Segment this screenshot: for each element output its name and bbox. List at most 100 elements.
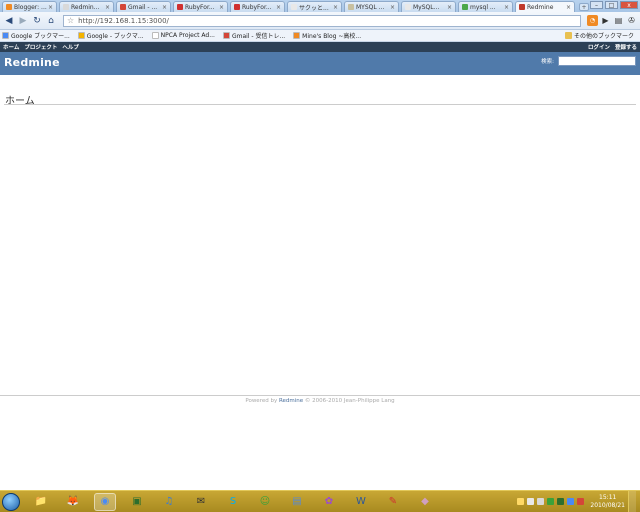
footer-redmine-link[interactable]: Redmine bbox=[279, 398, 303, 404]
tray-icon[interactable] bbox=[547, 498, 555, 505]
menu-help-link[interactable]: ヘルプ bbox=[62, 43, 79, 51]
tab-close-icon[interactable]: × bbox=[162, 4, 167, 11]
favicon-icon bbox=[462, 4, 468, 10]
bookmark-label: Mine's Blog ~高校... bbox=[302, 33, 362, 40]
browser-tab[interactable]: RubyFor... × bbox=[230, 1, 285, 12]
tab-close-icon[interactable]: × bbox=[566, 4, 571, 11]
taskbar-picasa-icon[interactable]: ✿ bbox=[318, 493, 340, 511]
reload-icon[interactable]: ↻ bbox=[31, 15, 43, 27]
bookmark-other[interactable]: その他のブックマーク bbox=[564, 31, 634, 40]
account-menu: ログイン 登録する bbox=[583, 43, 637, 51]
browser-tab-label: サクッと... bbox=[299, 4, 329, 12]
bookmark-label: NPCA Project Ad... bbox=[160, 32, 215, 39]
browser-tab[interactable]: MySQL... × bbox=[401, 1, 456, 12]
tab-close-icon[interactable]: × bbox=[504, 4, 509, 11]
forward-icon[interactable]: ▶ bbox=[17, 15, 29, 27]
tab-close-icon[interactable]: × bbox=[276, 4, 281, 11]
bookmark-label: Google ブックマー... bbox=[11, 33, 70, 40]
favicon-icon bbox=[234, 4, 240, 10]
tray-icon[interactable] bbox=[567, 498, 575, 505]
wrench-icon[interactable]: ✇ bbox=[626, 15, 637, 26]
tray-icon[interactable] bbox=[577, 498, 585, 505]
taskbar-explorer-icon[interactable]: 📁 bbox=[30, 493, 52, 511]
search-label: 検索: bbox=[541, 59, 554, 65]
address-bar-url: http://192.168.1.15:3000/ bbox=[78, 16, 169, 25]
menu-projects-link[interactable]: プロジェクト bbox=[24, 43, 57, 51]
browser-tab[interactable]: Redmin... × bbox=[59, 1, 114, 12]
browser-tab-label: MySQL... bbox=[413, 3, 440, 11]
main-content: ホーム bbox=[0, 75, 640, 395]
favicon-icon bbox=[63, 4, 69, 10]
browser-tab-strip: Blogger: ... × Redmin... × Gmail - ... × RubyF… bbox=[0, 0, 640, 12]
tray-icon[interactable] bbox=[517, 498, 525, 505]
tab-close-icon[interactable]: × bbox=[333, 4, 338, 11]
browser-tab[interactable]: Redmine × bbox=[515, 1, 575, 12]
browser-tab[interactable]: Gmail - ... × bbox=[116, 1, 171, 12]
play-icon[interactable]: ▶ bbox=[600, 15, 611, 26]
show-desktop-button[interactable] bbox=[628, 490, 636, 512]
clock-time: 15:11 bbox=[599, 493, 617, 501]
network-icon[interactable] bbox=[527, 498, 535, 505]
minimize-button[interactable]: – bbox=[590, 1, 603, 9]
bookmark-item[interactable]: Google - ブックマ... bbox=[77, 31, 144, 40]
browser-tab[interactable]: mysql ... × bbox=[458, 1, 513, 12]
close-window-button[interactable]: x bbox=[620, 1, 638, 9]
tab-close-icon[interactable]: × bbox=[219, 4, 224, 11]
taskbar-app-13-icon[interactable]: ◆ bbox=[414, 493, 436, 511]
folder-icon bbox=[564, 32, 572, 39]
register-link[interactable]: 登録する bbox=[615, 43, 637, 51]
taskbar-itunes-icon[interactable]: ♫ bbox=[158, 493, 180, 511]
bookmark-favicon-icon bbox=[222, 32, 230, 39]
bookmark-star-icon[interactable]: ☆ bbox=[67, 16, 74, 25]
favicon-icon bbox=[291, 4, 297, 10]
bookmark-item[interactable]: Mine's Blog ~高校... bbox=[293, 31, 361, 40]
login-link[interactable]: ログイン bbox=[588, 43, 610, 51]
bookmark-item[interactable]: Google ブックマー... bbox=[2, 31, 70, 40]
maximize-button[interactable]: □ bbox=[605, 1, 618, 9]
footer: Powered by Redmine © 2006-2010 Jean-Phil… bbox=[0, 398, 640, 404]
browser-tab[interactable]: サクッと... × bbox=[287, 1, 342, 12]
taskbar-word-icon[interactable]: W bbox=[350, 493, 372, 511]
menu-home-link[interactable]: ホーム bbox=[3, 43, 19, 51]
browser-tab-label: RubyFor... bbox=[185, 3, 215, 11]
rss-icon[interactable]: ◔ bbox=[587, 15, 598, 26]
footer-copyright: © 2006-2010 Jean-Philippe Lang bbox=[303, 398, 395, 404]
taskbar-app-12-icon[interactable]: ✎ bbox=[382, 493, 404, 511]
taskbar-messenger-icon[interactable]: ☺ bbox=[254, 493, 276, 511]
bookmark-favicon-icon bbox=[293, 32, 301, 39]
footer-powered-by: Powered by bbox=[245, 398, 279, 404]
volume-icon[interactable] bbox=[537, 498, 545, 505]
taskbar-firefox-icon[interactable]: 🦊 bbox=[62, 493, 84, 511]
browser-tab-label: Redmine bbox=[527, 3, 554, 11]
address-bar[interactable]: ☆ http://192.168.1.15:3000/ bbox=[63, 14, 581, 27]
tab-close-icon[interactable]: × bbox=[48, 4, 53, 11]
bookmark-item[interactable]: Gmail - 受信トレ... bbox=[222, 31, 285, 40]
back-icon[interactable]: ◀ bbox=[3, 15, 15, 27]
favicon-icon bbox=[6, 4, 12, 10]
tab-close-icon[interactable]: × bbox=[390, 4, 395, 11]
taskbar-app-6-icon[interactable]: ✉ bbox=[190, 493, 212, 511]
browser-tab[interactable]: RubyFor... × bbox=[173, 1, 228, 12]
page-menu-icon[interactable]: ▤ bbox=[613, 15, 624, 26]
taskbar-app-4-icon[interactable]: ▣ bbox=[126, 493, 148, 511]
browser-tab-label: RubyFor... bbox=[242, 3, 272, 11]
bookmark-favicon-icon bbox=[2, 32, 9, 39]
bookmark-favicon-icon bbox=[151, 32, 159, 39]
clock[interactable]: 15:11 2010/08/21 bbox=[590, 494, 625, 510]
bookmark-item[interactable]: NPCA Project Ad... bbox=[151, 32, 215, 39]
taskbar-skype-icon[interactable]: S bbox=[222, 493, 244, 511]
browser-tab[interactable]: MYSQL ... × bbox=[344, 1, 399, 12]
browser-tab[interactable]: Blogger: ... × bbox=[2, 1, 57, 12]
taskbar-app-9-icon[interactable]: ▤ bbox=[286, 493, 308, 511]
window-controls: – □ x bbox=[590, 1, 638, 9]
home-icon[interactable]: ⌂ bbox=[45, 15, 57, 27]
footer-divider bbox=[0, 395, 640, 396]
search-input[interactable] bbox=[558, 56, 636, 66]
start-button[interactable] bbox=[2, 492, 20, 511]
tray-icon[interactable] bbox=[557, 498, 565, 505]
tab-close-icon[interactable]: × bbox=[105, 4, 110, 11]
tab-close-icon[interactable]: × bbox=[447, 4, 452, 11]
taskbar-chrome-icon[interactable]: ◉ bbox=[94, 492, 116, 511]
new-tab-button[interactable]: + bbox=[579, 3, 589, 11]
bookmark-label: Google - ブックマ... bbox=[86, 33, 144, 40]
